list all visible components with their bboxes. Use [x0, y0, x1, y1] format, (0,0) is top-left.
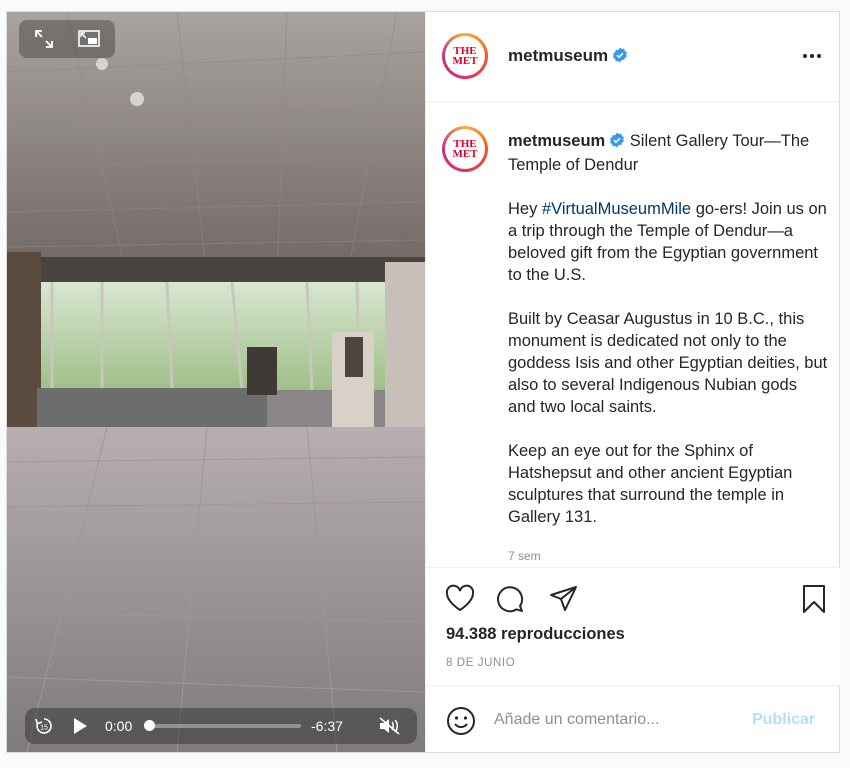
play-button[interactable] [69, 715, 91, 737]
post-actions: 94.388 reproducciones 8 DE JUNIO [426, 567, 840, 686]
post-details-panel: THE MET metmuseum THE MET metmuseum Sile… [425, 12, 840, 752]
post-caption: metmuseum Silent Gallery Tour—The Temple… [508, 130, 828, 560]
play-icon [74, 718, 87, 734]
muted-speaker-icon [379, 717, 400, 735]
progress-thumb[interactable] [144, 720, 155, 731]
logo-line-2: MET [452, 55, 478, 67]
bookmark-icon[interactable] [798, 583, 830, 615]
comment-icon[interactable] [494, 583, 526, 615]
caption-text: Hey [508, 200, 542, 218]
current-time: 0:00 [105, 718, 133, 734]
mute-button[interactable] [377, 715, 400, 737]
progress-slider[interactable] [144, 720, 301, 731]
caption-username[interactable]: metmuseum [508, 132, 605, 150]
caption-timestamp: 7 sem [508, 549, 541, 563]
picture-in-picture-icon[interactable] [77, 28, 100, 50]
met-logo: THE MET [445, 129, 485, 169]
video-control-bar: 15 0:00 -6:37 [25, 708, 417, 744]
expand-icon[interactable] [33, 28, 55, 50]
more-options-icon[interactable] [800, 46, 824, 66]
emoji-icon[interactable] [446, 706, 476, 736]
view-count[interactable]: 94.388 reproducciones [446, 625, 625, 644]
header-username[interactable]: metmuseum [508, 46, 608, 65]
verified-badge-icon [609, 132, 625, 154]
caption-paragraph-3: Keep an eye out for the Sphinx of Hatshe… [508, 442, 793, 526]
header-username-row: metmuseum [508, 46, 628, 68]
share-icon[interactable] [548, 583, 580, 615]
heart-icon[interactable] [444, 583, 476, 615]
svg-text:15: 15 [40, 725, 48, 732]
hashtag-link[interactable]: #VirtualMuseumMile [542, 200, 691, 218]
post-date: 8 DE JUNIO [446, 657, 516, 669]
caption-paragraph-2: Built by Ceasar Augustus in 10 B.C., thi… [508, 310, 828, 416]
publish-button[interactable]: Publicar [752, 711, 815, 729]
comment-input[interactable] [494, 706, 734, 734]
caption-avatar[interactable]: THE MET [442, 126, 488, 172]
replay-15-icon[interactable]: 15 [33, 715, 55, 737]
video-frame [7, 12, 425, 752]
post-header: THE MET metmuseum [426, 12, 840, 102]
top-video-controls [19, 20, 115, 58]
met-logo: THE MET [445, 36, 485, 76]
remaining-time: -6:37 [311, 718, 343, 734]
logo-line-2: MET [452, 148, 478, 160]
video-player[interactable]: 15 0:00 -6:37 [7, 12, 425, 752]
caption-paragraph-1: Hey #VirtualMuseumMile go-ers! Join us o… [508, 198, 828, 286]
comment-bar: Publicar [426, 685, 840, 753]
avatar[interactable]: THE MET [442, 33, 488, 79]
instagram-post: 15 0:00 -6:37 THE MET metmuseum THE MET … [6, 11, 840, 753]
verified-badge-icon [612, 47, 628, 68]
